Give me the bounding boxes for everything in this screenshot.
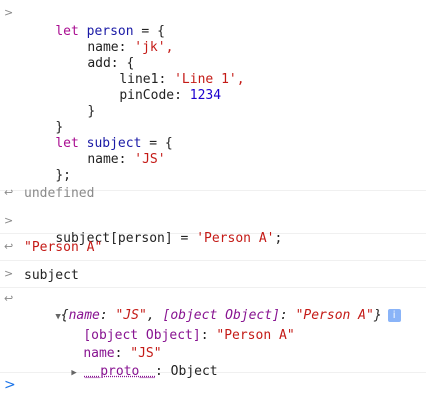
chevron-right-icon: > (4, 377, 16, 393)
console-entry-input-2: > subject[person] = 'Person A'; (0, 211, 426, 246)
undefined-output: undefined (24, 186, 95, 201)
console-prompt[interactable]: > (0, 373, 426, 407)
info-icon[interactable]: i (387, 309, 401, 322)
console-entry-output-3: ↩ ▼{name: "JS", [object Object]: "Person… (0, 288, 426, 379)
input-prompt-icon: > (4, 6, 14, 19)
return-arrow-icon: ↩ (4, 186, 14, 199)
code-line: name: 'JS' (87, 152, 166, 167)
return-arrow-icon: ↩ (4, 240, 14, 253)
console-entry-output-2: ↩ "Person A" (0, 234, 426, 261)
input-prompt-icon: > (4, 267, 14, 280)
console-entry-input-1: > let person = { name: 'jk', add: { line… (0, 0, 426, 201)
input-prompt-icon: > (4, 214, 14, 227)
console-entry-input-3: > subject (0, 261, 426, 288)
code-line: subject (24, 268, 79, 283)
return-arrow-icon: ↩ (4, 292, 14, 305)
code-line: pinCode: 1234 (119, 88, 222, 103)
return-value: "Person A" (24, 240, 103, 255)
